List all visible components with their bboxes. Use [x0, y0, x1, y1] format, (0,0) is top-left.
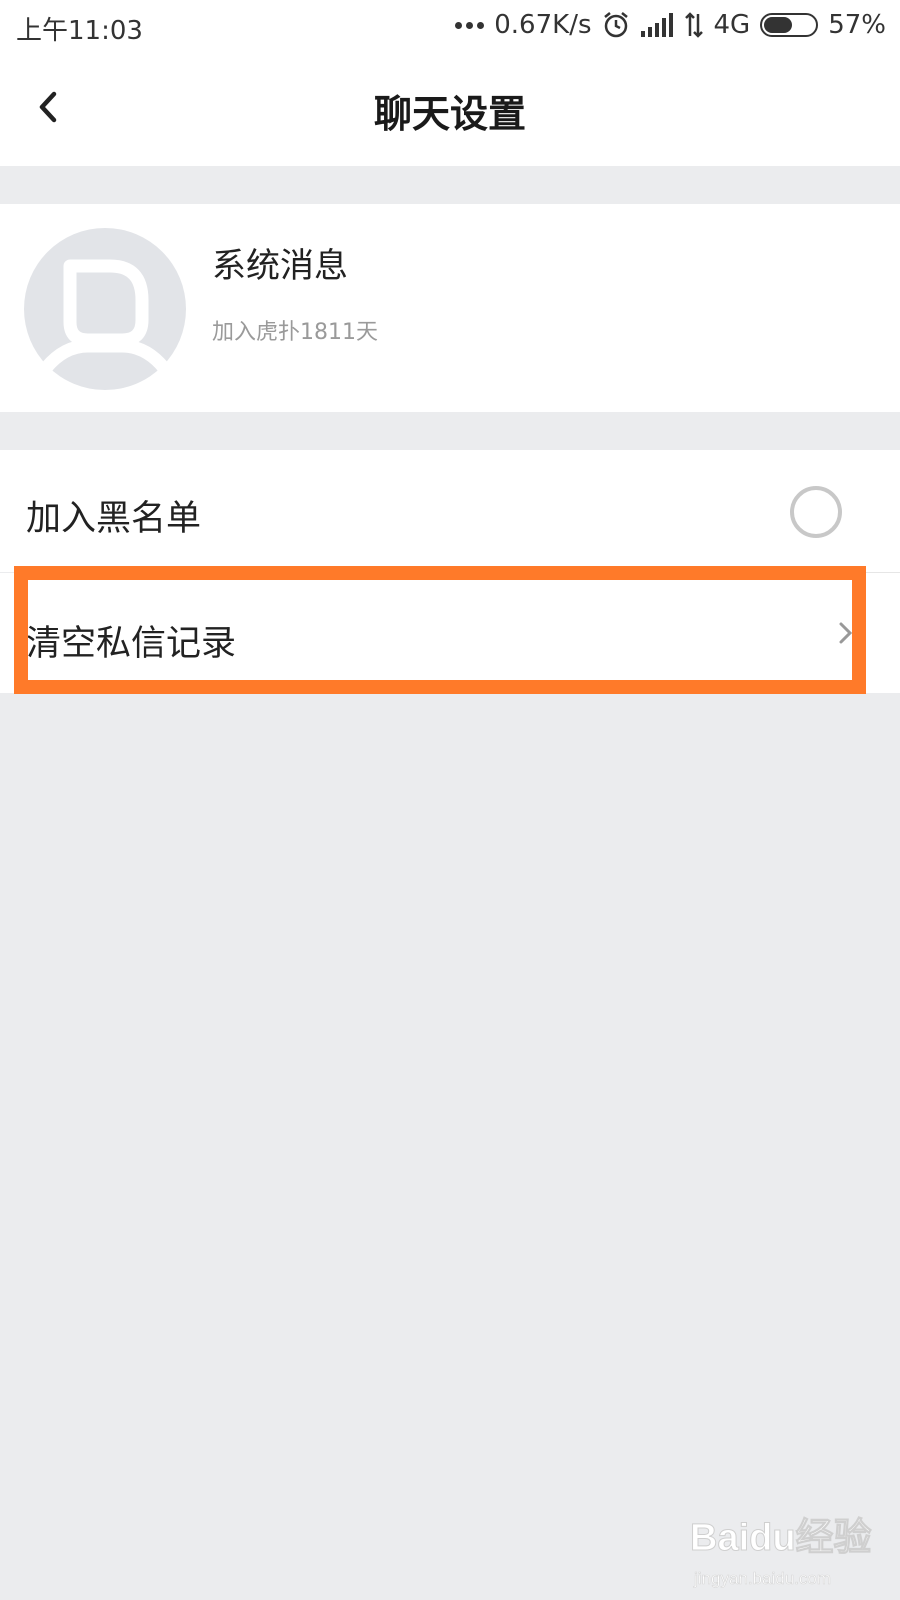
blacklist-toggle[interactable] [790, 486, 842, 538]
status-icons: 0.67K/s 4G 57% [455, 8, 886, 42]
status-time: 上午11:03 [16, 16, 143, 46]
watermark-url: jingyan.baidu.com [693, 1569, 831, 1588]
network-type: 4G [713, 10, 751, 40]
battery-percent: 57% [828, 10, 886, 40]
profile-name: 系统消息 [212, 246, 348, 286]
highlight-annotation [14, 566, 866, 694]
default-avatar-icon [24, 228, 186, 390]
alarm-icon [603, 12, 628, 38]
blacklist-label: 加入黑名单 [26, 499, 202, 539]
header-bar: 聊天设置 [0, 52, 900, 166]
signal-icon [640, 13, 673, 37]
battery-icon [760, 13, 819, 37]
network-speed: 0.67K/s [494, 10, 592, 40]
data-arrows-icon [684, 12, 703, 38]
status-bar: 上午11:03 0.67K/s 4G 57% [0, 0, 900, 52]
page-title: 聊天设置 [373, 92, 526, 136]
baidu-jingyan-watermark: Baidu经验 jingyan.baidu.com [690, 1517, 872, 1589]
profile-joined-days: 加入虎扑1811天 [212, 320, 378, 345]
watermark-brand: Baidu经验 [690, 1517, 872, 1559]
more-dots-icon [455, 21, 485, 29]
blacklist-row[interactable]: 加入黑名单 [0, 450, 900, 572]
profile-card[interactable]: 系统消息 加入虎扑1811天 [0, 204, 900, 412]
battery-fill [764, 17, 793, 33]
